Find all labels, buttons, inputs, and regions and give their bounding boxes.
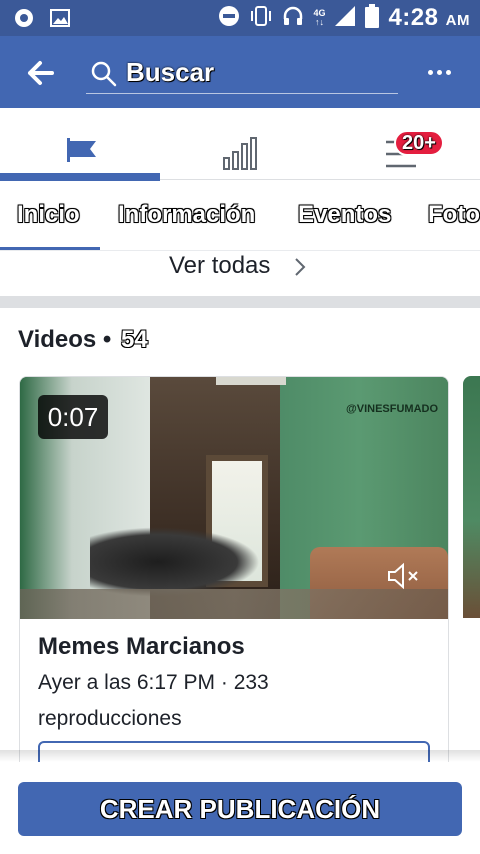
video-thumbnail[interactable]: @VINESFUMADO 0:07 bbox=[20, 377, 448, 619]
video-title[interactable]: Memes Marcianos bbox=[38, 633, 245, 661]
insights-icon bbox=[223, 137, 257, 170]
vibrate-icon bbox=[249, 5, 273, 32]
chevron-right-icon bbox=[295, 258, 306, 276]
video-meta: Ayer a las 6:17 PM · 233 reproducciones bbox=[38, 671, 269, 730]
bottom-shadow bbox=[0, 750, 480, 762]
section-divider bbox=[0, 296, 480, 308]
network-arrows: ↑↓ bbox=[314, 17, 324, 27]
more-options-icon[interactable] bbox=[424, 62, 454, 82]
bottom-action-bar: CREAR PUBLICACIÓN bbox=[0, 762, 480, 854]
status-right: 4G ↑↓ 4:28 AM bbox=[218, 3, 470, 33]
tab-insights[interactable] bbox=[160, 108, 320, 180]
record-icon bbox=[14, 8, 34, 33]
tab-inicio[interactable]: Inicio bbox=[17, 201, 80, 229]
video-card[interactable]: @VINESFUMADO 0:07 Memes Marcianos Ayer a… bbox=[19, 376, 449, 796]
tab-informacion[interactable]: Información bbox=[118, 201, 255, 229]
video-duration: 0:07 bbox=[38, 395, 108, 439]
tab-eventos[interactable]: Eventos bbox=[298, 201, 391, 229]
search-bar[interactable] bbox=[86, 52, 398, 94]
see-all-row[interactable]: Ver todas bbox=[0, 252, 480, 296]
page-tab-bar: Inicio Información Eventos Foto bbox=[0, 181, 480, 251]
image-icon bbox=[50, 9, 70, 32]
clock: 4:28 AM bbox=[388, 4, 470, 32]
top-bar bbox=[0, 36, 480, 108]
tab-page[interactable] bbox=[0, 108, 160, 181]
clock-ampm: AM bbox=[445, 12, 470, 29]
status-left bbox=[14, 8, 70, 33]
battery-icon bbox=[365, 3, 380, 33]
signal-icon bbox=[334, 5, 356, 32]
mute-icon[interactable] bbox=[386, 561, 420, 591]
back-arrow-icon[interactable] bbox=[26, 58, 56, 88]
search-input[interactable] bbox=[126, 54, 386, 90]
headset-icon bbox=[282, 5, 304, 32]
notification-badge: 20+ bbox=[394, 130, 444, 156]
video-watermark: @VINESFUMADO bbox=[346, 403, 439, 415]
search-icon bbox=[91, 61, 117, 87]
network-type: 4G ↑↓ bbox=[313, 9, 325, 27]
page-flag-icon bbox=[67, 138, 96, 162]
next-video-card[interactable] bbox=[463, 376, 480, 618]
status-bar: 4G ↑↓ 4:28 AM bbox=[0, 0, 480, 36]
tab-fotos[interactable]: Foto bbox=[428, 201, 480, 229]
active-tab-indicator bbox=[0, 247, 100, 250]
clock-time: 4:28 bbox=[388, 4, 439, 31]
create-post-button[interactable]: CREAR PUBLICACIÓN bbox=[18, 782, 462, 836]
see-all-link[interactable]: Ver todas bbox=[169, 252, 270, 280]
videos-section-title: Videos • bbox=[18, 326, 112, 353]
do-not-disturb-icon bbox=[218, 5, 240, 32]
videos-count: 54 bbox=[121, 326, 148, 353]
